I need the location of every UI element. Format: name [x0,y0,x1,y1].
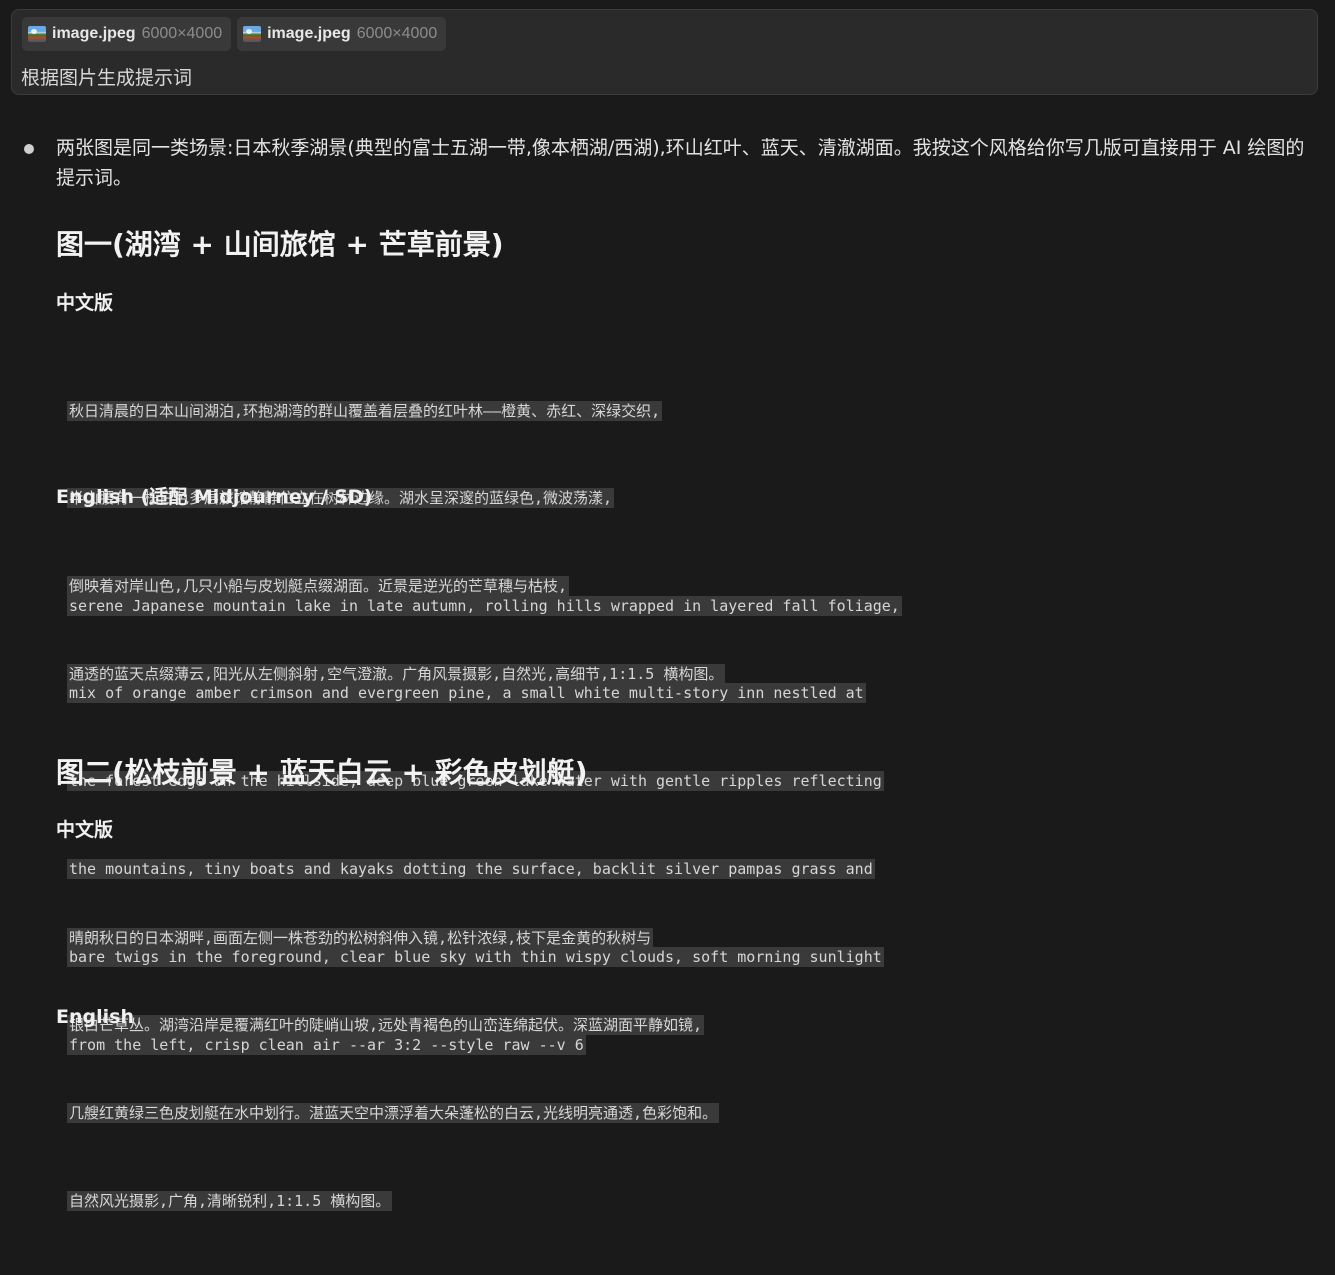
section-1-en-heading: English (适配 Midjourney / SD) [56,486,373,508]
user-message-text: 根据图片生成提示词 [21,67,193,89]
code-line: mix of orange amber crimson and evergree… [67,683,866,704]
user-message: image.jpeg 6000×4000 image.jpeg 6000×400… [11,9,1318,95]
section-1-cn-heading: 中文版 [56,292,114,314]
image-thumbnail-icon [243,26,262,42]
code-line: 秋日清晨的日本山间湖泊,环抱湖湾的群山覆盖着层叠的红叶林——橙黄、赤红、深绿交织… [67,400,663,421]
section-2-en-heading: English [56,1006,134,1028]
section-2-title: 图二(松枝前景 + 蓝天白云 + 彩色皮划艇) [56,756,588,789]
section-1-title: 图一(湖湾 + 山间旅馆 + 芒草前景) [56,228,504,261]
attachment-chip[interactable]: image.jpeg 6000×4000 [22,17,232,51]
code-line: 自然风光摄影,广角,清晰锐利,1:1.5 横构图。 [67,1191,393,1212]
bullet-icon [24,144,34,154]
attachment-size: 6000×4000 [141,25,223,42]
list-item: 两张图是同一类场景:日本秋季湖景(典型的富士五湖一带,像本栖湖/西湖),环山红叶… [24,133,1314,193]
section-2-cn-prompt[interactable]: 晴朗秋日的日本湖畔,画面左侧一株苍劲的松树斜伸入镜,松针浓绿,枝下是金黄的秋树与… [67,865,720,1275]
assistant-answer: 两张图是同一类场景:日本秋季湖景(典型的富士五湖一带,像本栖湖/西湖),环山红叶… [24,133,1314,193]
section-2-cn-heading: 中文版 [56,819,114,841]
attachments: image.jpeg 6000×4000 image.jpeg 6000×400… [22,17,447,51]
code-line: 几艘红黄绿三色皮划艇在水中划行。湛蓝天空中漂浮着大朵蓬松的白云,光线明亮通透,色… [67,1103,720,1124]
attachment-size: 6000×4000 [356,25,438,42]
attachment-name: image.jpeg [267,25,351,42]
code-line: serene Japanese mountain lake in late au… [67,595,902,616]
image-thumbnail-icon [28,26,46,42]
attachment-name: image.jpeg [52,25,136,42]
code-line: 晴朗秋日的日本湖畔,画面左侧一株苍劲的松树斜伸入镜,松针浓绿,枝下是金黄的秋树与 [67,927,654,948]
attachment-chip[interactable]: image.jpeg 6000×4000 [237,17,447,51]
answer-intro: 两张图是同一类场景:日本秋季湖景(典型的富士五湖一带,像本栖湖/西湖),环山红叶… [56,137,1305,189]
